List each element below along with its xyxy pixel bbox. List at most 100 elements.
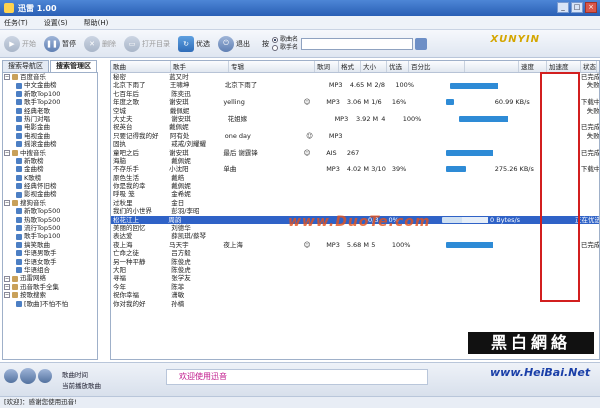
column-header[interactable]: 歌手	[171, 61, 229, 72]
table-row[interactable]: 原色生活 戴皓	[111, 174, 599, 182]
close-button[interactable]: ×	[585, 2, 597, 13]
tree-node[interactable]: − 中搜音乐	[3, 149, 97, 157]
tree-node[interactable]: 歌手Top100	[3, 232, 97, 240]
cell-artist: 张学友	[171, 274, 191, 283]
expand-toggle-icon[interactable]: −	[4, 283, 10, 290]
tree-node[interactable]: 热门对唱	[3, 115, 97, 123]
tab-search-manage[interactable]: 搜索管理区	[50, 60, 97, 72]
search-by-artist-radio[interactable]: 歌手名	[272, 44, 298, 52]
menu-task[interactable]: 任务(T)	[4, 18, 28, 28]
table-row[interactable]: 海脑 戴佩妮	[111, 157, 599, 165]
table-row[interactable]: 祝你幸福 潇敏	[111, 291, 599, 299]
exit-button[interactable]: ⏻ 退出	[218, 35, 250, 52]
tree-node[interactable]: 经典老歌	[3, 107, 97, 115]
expand-toggle-icon[interactable]: −	[4, 275, 10, 282]
list-body: 秘密 蓝又时 已完成 北京下雨了 王啸坤 北京下雨了 MP3 4.65 M 2/8 100% 失败七…	[111, 73, 599, 308]
table-row[interactable]: 亡命之徒 吕方毅	[111, 249, 599, 257]
category-tree: − 百度音乐 中文金曲榜 新歌Top100 歌手Top200 经典老歌 热门对唱 电影金曲 电视…	[2, 72, 98, 360]
table-row[interactable]: 另一种平静 陈俊虎	[111, 258, 599, 266]
folder-icon	[12, 292, 18, 299]
column-header[interactable]: 歌曲	[111, 61, 171, 72]
power-icon: ⏻	[218, 35, 234, 52]
tree-node[interactable]: [歌曲]不怕不怕	[3, 300, 97, 308]
tree-node[interactable]: 华语组合	[3, 266, 97, 274]
table-row[interactable]: 秘密 蓝又时 已完成	[111, 73, 599, 81]
tree-node[interactable]: 新歌榜	[3, 157, 97, 165]
tree-node-label: 经典老歌	[24, 106, 50, 115]
tree-node[interactable]: 歌手Top200	[3, 98, 97, 106]
tree-node[interactable]: 华语女歌手	[3, 258, 97, 266]
table-row[interactable]: 夜上海 马天宇 夜上海 ☺ MP3 5.68 M 5 100% 已完成	[111, 241, 599, 249]
expand-toggle-icon[interactable]: −	[4, 200, 10, 207]
tree-node[interactable]: − 搜狗音乐	[3, 199, 97, 207]
table-row[interactable]: 呼吸 笼 金希妮	[111, 190, 599, 198]
table-row[interactable]: 祝英台 戴佩妮 已完成	[111, 123, 599, 131]
tree-node[interactable]: − 迅音歌手全集	[3, 283, 97, 291]
tree-node[interactable]: 电视金曲	[3, 132, 97, 140]
minimize-button[interactable]: _	[557, 2, 569, 13]
pause-button[interactable]: ❚❚ 暂停	[44, 35, 76, 52]
menu-settings[interactable]: 设置(S)	[44, 18, 68, 28]
next-button[interactable]	[38, 369, 52, 383]
tree-node[interactable]: 中文金曲榜	[3, 81, 97, 89]
play-button[interactable]	[20, 368, 36, 384]
tree-node[interactable]: − 按歌搜索	[3, 291, 97, 299]
open-folder-button[interactable]: ▭ 打开目录	[124, 35, 170, 52]
tree-node[interactable]: K歌榜	[3, 174, 97, 182]
expand-toggle-icon[interactable]: −	[4, 149, 10, 156]
tree-node[interactable]: 新歌Top500	[3, 207, 97, 215]
prev-button[interactable]	[4, 369, 18, 383]
column-header[interactable]	[465, 61, 519, 72]
tree-node[interactable]: 热歌Top500	[3, 216, 97, 224]
start-button[interactable]: ▶ 开始	[4, 35, 36, 52]
table-row[interactable]: 年度之歌 谢安琪 yelling ☺ MP3 3.06 M 1/6 16% 60.99 KB/s…	[111, 98, 599, 106]
column-header[interactable]: 状态	[581, 61, 597, 72]
table-row[interactable]: 北京下雨了 王啸坤 北京下雨了 MP3 4.65 M 2/8 100% 失败	[111, 81, 599, 89]
tree-node[interactable]: 搞笑歌曲	[3, 241, 97, 249]
table-row[interactable]: 空城 戴佩妮 失败	[111, 107, 599, 115]
table-row[interactable]: 你是我的幸 戴佩妮	[111, 182, 599, 190]
tree-node[interactable]: 影视金曲榜	[3, 190, 97, 198]
table-row[interactable]: 大阳 陈俊虎	[111, 266, 599, 274]
search-area: 按 歌曲名 歌手名	[262, 36, 428, 52]
column-header[interactable]: 格式	[339, 61, 361, 72]
table-row[interactable]: 表达爱 薛凯琪/蔡琴	[111, 232, 599, 240]
maximize-button[interactable]: □	[571, 2, 583, 13]
playlist-icon	[16, 267, 22, 274]
search-input[interactable]	[301, 37, 414, 50]
cell-size: 267	[346, 148, 360, 157]
table-row[interactable]: 七百年后 陈奕迅	[111, 90, 599, 98]
column-header[interactable]: 加速度	[547, 61, 581, 72]
table-row[interactable]: 只要记得我的好 阿有处 one day ☺ MP3 失败	[111, 132, 599, 140]
playlist-icon	[16, 191, 22, 198]
table-row[interactable]: 过秋里 金日	[111, 199, 599, 207]
table-row[interactable]: 今年 陈菲	[111, 283, 599, 291]
menu-help[interactable]: 帮助(H)	[84, 18, 109, 28]
column-header[interactable]: 大小	[361, 61, 387, 72]
tab-search-nav[interactable]: 搜索导航区	[2, 60, 49, 72]
tree-node[interactable]: 电影金曲	[3, 123, 97, 131]
expand-toggle-icon[interactable]: −	[4, 292, 10, 299]
search-button[interactable]	[415, 37, 428, 50]
table-row[interactable]: 固执 戒戒/刘耀耀	[111, 140, 599, 148]
table-row[interactable]: 寻福 张学友	[111, 274, 599, 282]
table-row[interactable]: 你对我的好 孙楠	[111, 300, 599, 308]
table-row[interactable]: 不存乐手 小沈阳 单曲 MP3 4.02 M 3/10 39% 275.26 KB/s 下载中	[111, 165, 599, 173]
tree-node[interactable]: 摇滚金曲榜	[3, 140, 97, 148]
tree-node[interactable]: 金曲榜	[3, 165, 97, 173]
column-header[interactable]: 歌词	[315, 61, 339, 72]
delete-button[interactable]: ✕ 删除	[84, 35, 116, 52]
optimize-button[interactable]: ↻ 优选	[178, 35, 210, 52]
tree-node[interactable]: − 迅雷网络	[3, 274, 97, 282]
tree-node[interactable]: 华语男歌手	[3, 249, 97, 257]
table-row[interactable]: 大丈夫 谢安琪 花姐嫁 MP3 3.92 M 4 100%	[111, 115, 599, 123]
table-row[interactable]: 童吧之后 谢安琪 最后 谢霆锋 ☺ AIS 267 已完成	[111, 149, 599, 157]
column-header[interactable]: 优选	[387, 61, 409, 72]
search-by-song-radio[interactable]: 歌曲名	[272, 36, 298, 44]
expand-toggle-icon[interactable]: −	[4, 74, 10, 81]
column-header[interactable]: 百分比	[409, 61, 465, 72]
cell-album: yelling	[223, 98, 245, 107]
column-header[interactable]: 速度	[519, 61, 547, 72]
column-header[interactable]: 专辑	[229, 61, 315, 72]
tree-node[interactable]: 新歌Top100	[3, 90, 97, 98]
